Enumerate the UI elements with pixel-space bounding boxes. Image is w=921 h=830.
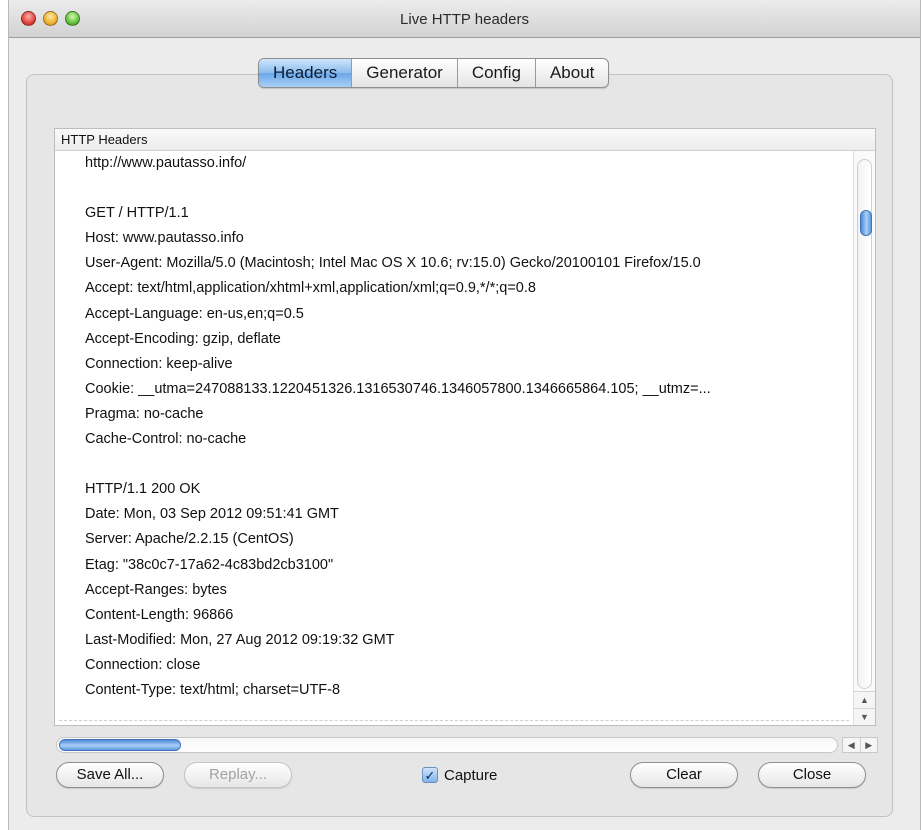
header-line: Accept-Ranges: bytes <box>85 581 227 598</box>
separator <box>59 720 849 721</box>
header-line: Date: Mon, 03 Sep 2012 09:51:41 GMT <box>85 506 339 523</box>
horizontal-scroll-arrows: ◀ ▶ <box>842 737 878 753</box>
capture-label: Capture <box>444 766 498 784</box>
header-line: Connection: close <box>85 656 201 673</box>
header-line <box>55 176 853 201</box>
close-button[interactable]: Close <box>758 762 866 788</box>
header-line: Cookie: __utma=247088133.1220451326.1316… <box>85 380 711 397</box>
header-line: HTTP/1.1 200 OK <box>85 481 201 498</box>
title-bar: Live HTTP headers <box>9 0 920 38</box>
tab-about[interactable]: About <box>536 59 608 87</box>
headers-text-area[interactable]: http://www.pautasso.info/GET / HTTP/1.1 H… <box>55 151 853 725</box>
header-line: Content-Length: 96866 <box>85 606 234 623</box>
header-line: Connection: keep-alive <box>85 355 233 372</box>
header-line: Etag: "38c0c7-17a62-4c83bd2cb3100" <box>85 556 334 573</box>
clear-button[interactable]: Clear <box>630 762 738 788</box>
vertical-scroll-track[interactable] <box>857 159 872 689</box>
tab-config[interactable]: Config <box>458 59 536 87</box>
header-line: http://www.pautasso.info/ <box>85 155 247 171</box>
vertical-scroll-thumb[interactable] <box>860 210 872 236</box>
scroll-up-arrow-icon[interactable]: ▲ <box>854 691 875 708</box>
header-line: Accept-Encoding: gzip, deflate <box>85 330 281 347</box>
save-all-button[interactable]: Save All... <box>56 762 164 788</box>
header-line <box>55 452 853 477</box>
header-line: Last-Modified: Mon, 27 Aug 2012 09:19:32… <box>85 631 395 648</box>
tab-bar: Headers Generator Config About <box>258 58 610 88</box>
tab-headers[interactable]: Headers <box>259 59 353 87</box>
horizontal-scroll-thumb[interactable] <box>59 739 181 751</box>
panel-header: HTTP Headers <box>55 129 875 151</box>
header-line: Host: www.pautasso.info <box>85 230 244 247</box>
header-line: Content-Type: text/html; charset=UTF-8 <box>85 681 341 698</box>
header-line: Accept: text/html,application/xhtml+xml,… <box>85 280 536 297</box>
horizontal-scrollbar[interactable]: ◀ ▶ <box>56 735 878 755</box>
http-headers-panel: HTTP Headers http://www.pautasso.info/GE… <box>54 128 876 726</box>
replay-button[interactable]: Replay... <box>184 762 292 788</box>
capture-checkbox[interactable]: ✓ Capture <box>422 764 497 786</box>
tab-generator[interactable]: Generator <box>352 59 458 87</box>
header-line: Server: Apache/2.2.15 (CentOS) <box>85 531 294 548</box>
scroll-left-arrow-icon[interactable]: ◀ <box>843 738 861 752</box>
header-line: Accept-Language: en-us,en;q=0.5 <box>85 305 304 322</box>
header-line: User-Agent: Mozilla/5.0 (Macintosh; Inte… <box>85 255 701 272</box>
header-line: Pragma: no-cache <box>85 405 204 422</box>
header-line: Cache-Control: no-cache <box>85 431 247 448</box>
horizontal-scroll-track[interactable] <box>56 737 838 753</box>
header-line: GET / HTTP/1.1 <box>85 205 189 222</box>
checkbox-checked-icon[interactable]: ✓ <box>422 767 438 783</box>
window-title: Live HTTP headers <box>400 11 529 28</box>
scroll-right-arrow-icon[interactable]: ▶ <box>861 738 878 752</box>
vertical-scrollbar[interactable]: ▲ ▼ <box>853 151 875 725</box>
vertical-scroll-arrows: ▲ ▼ <box>854 691 875 725</box>
scroll-down-arrow-icon[interactable]: ▼ <box>854 708 875 725</box>
